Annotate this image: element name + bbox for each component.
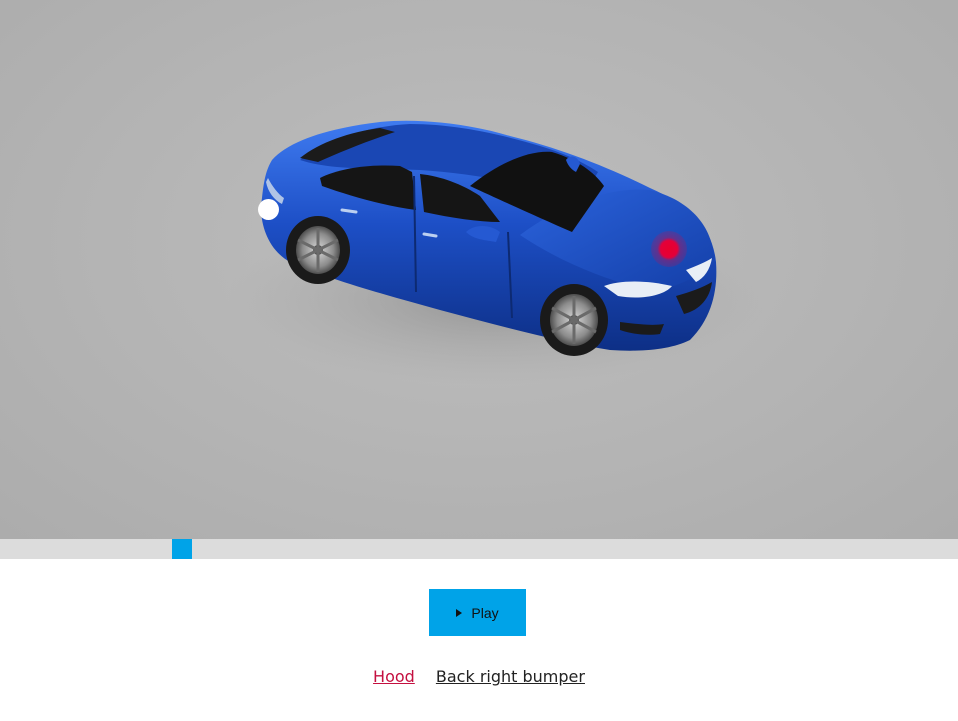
car-model-image xyxy=(225,120,765,385)
3d-viewer[interactable] xyxy=(0,0,958,539)
timeline-track[interactable] xyxy=(0,539,958,559)
back-right-bumper-hotspot[interactable] xyxy=(258,199,279,220)
hood-hotspot[interactable] xyxy=(651,231,687,267)
hotspot-links: Hood Back right bumper xyxy=(0,667,958,686)
car-wheel-front xyxy=(540,284,608,356)
play-button-label: Play xyxy=(471,604,499,621)
play-button[interactable]: Play xyxy=(429,589,526,636)
hood-link[interactable]: Hood xyxy=(373,667,415,686)
car-wheel-rear xyxy=(286,216,350,284)
play-triangle-icon xyxy=(456,608,463,617)
timeline-scrubber-handle[interactable] xyxy=(172,539,192,559)
back-right-bumper-link[interactable]: Back right bumper xyxy=(436,667,585,686)
